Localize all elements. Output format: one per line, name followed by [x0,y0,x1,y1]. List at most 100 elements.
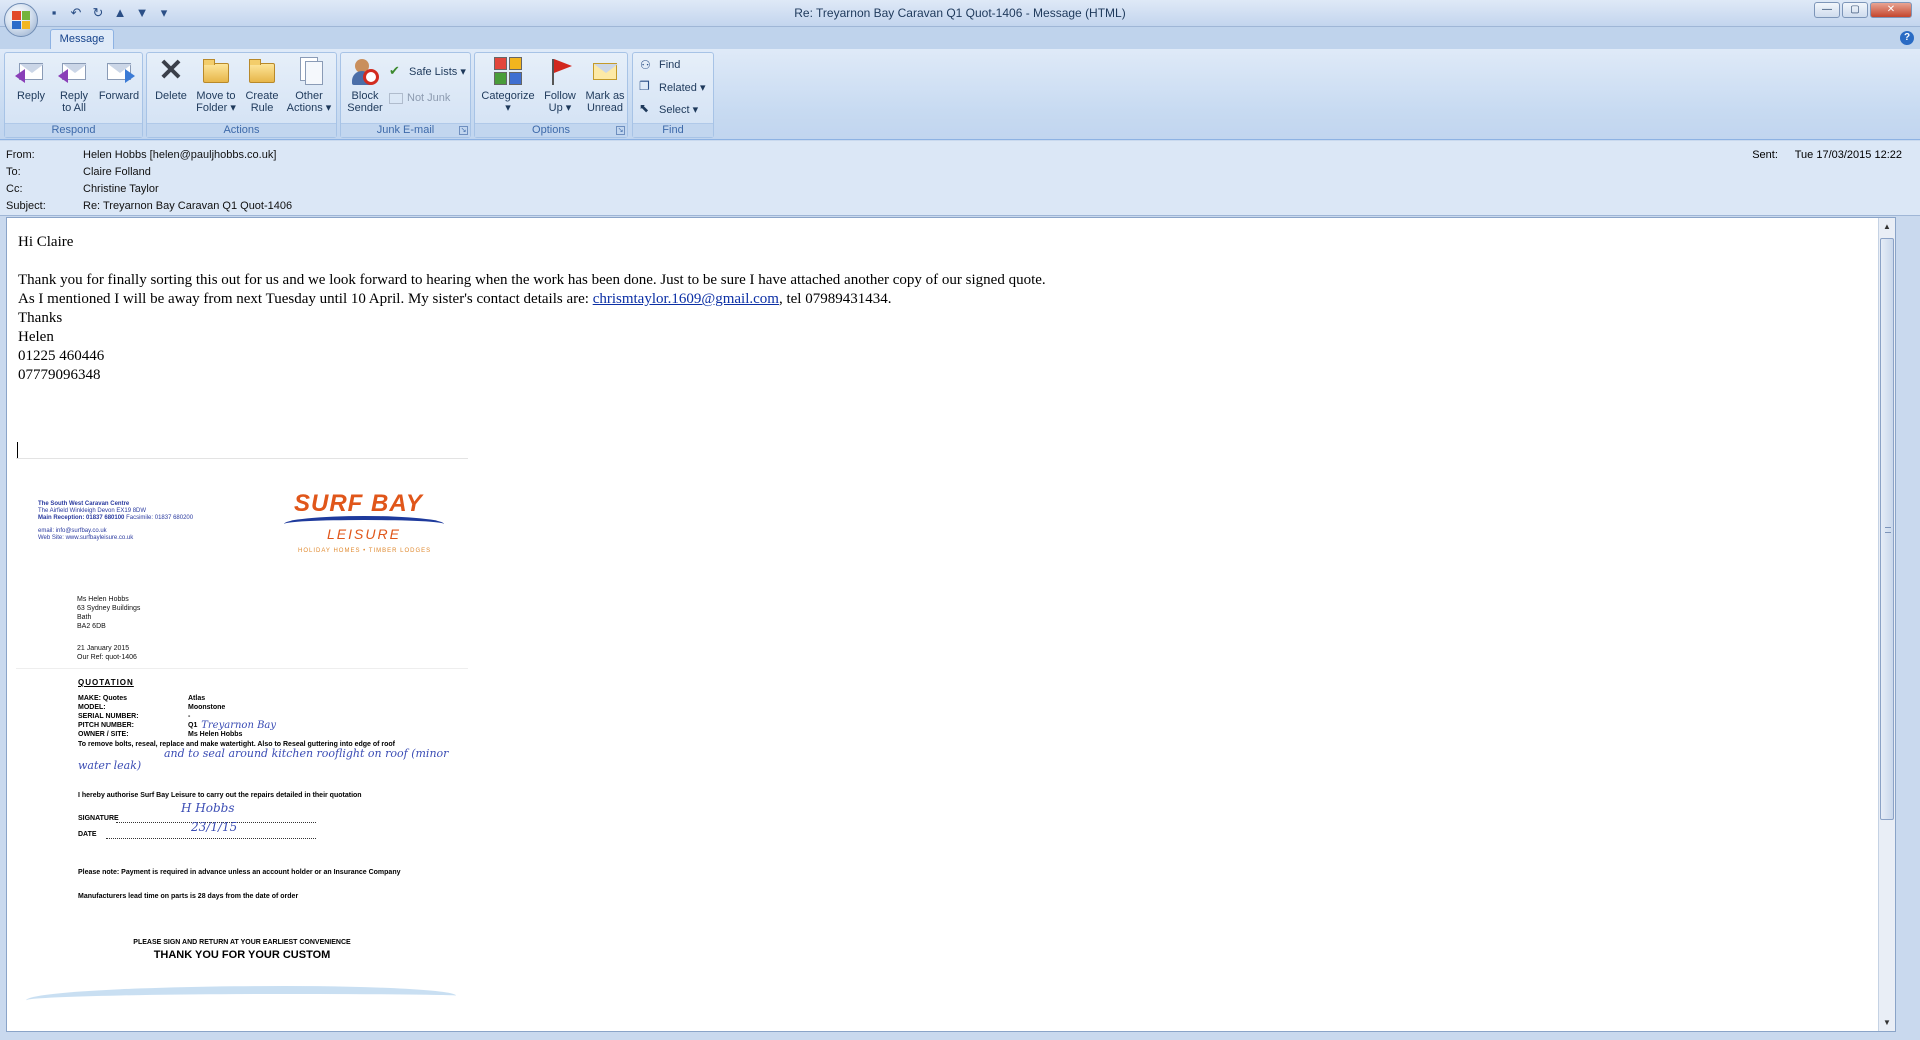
to-label: To: [6,166,21,178]
select-button[interactable]: ⬉ Select ▾ [639,101,698,117]
group-respond: Reply Reply to All Forward Respond [4,52,143,138]
leisure-logo: LEISURE [327,526,401,542]
date-label: DATE [78,831,97,838]
body-line: As I mentioned I will be away from next … [18,291,892,307]
close-icon[interactable]: ✕ [1870,2,1912,18]
quote-fields: MAKE: Quotes Atlas MODEL: Moonstone SERIAL… [78,694,276,739]
forward-button[interactable]: Forward [97,55,141,102]
group-actions: ✕ Delete Move to Folder ▾ Create Rule Ot… [146,52,337,138]
find-button[interactable]: ⚇ Find [639,57,680,73]
greeting: Hi Claire [18,234,74,250]
date-line [106,838,316,839]
subject-label: Subject: [6,200,46,212]
block-sender-icon [349,55,381,87]
categorize-icon [492,55,524,87]
group-label-junk-email: Junk E-mail [341,123,470,137]
scroll-down-icon[interactable]: ▼ [1879,1014,1895,1031]
maximize-icon[interactable]: ▢ [1842,2,1868,18]
title-bar: ▪ ↶ ↻ ▲ ▼ ▾ Re: Treyarnon Bay Caravan Q1… [0,0,1920,37]
attached-quote-image: The South West Caravan Centre The Airfie… [16,458,468,1031]
flag-icon [544,55,576,87]
unread-envelope-icon [589,55,621,87]
categorize-button[interactable]: Categorize ▾ [479,55,537,114]
office-logo-icon [12,11,30,29]
divider [16,458,468,459]
divider [16,668,468,669]
office-button[interactable] [4,3,38,37]
message-body[interactable]: Hi Claire Thank you for finally sorting … [6,217,1896,1032]
cc-label: Cc: [6,183,23,195]
sent-label: Sent: [1752,149,1778,161]
group-options: Categorize ▾ Follow Up ▾ Mark as Unread … [474,52,628,138]
handwritten-signature: H Hobbs [181,801,235,815]
sender-name: Helen [18,329,54,345]
signature-label: SIGNATURE [78,815,119,822]
dialog-launcher-icon[interactable]: ↘ [616,126,625,135]
grip-icon [1885,527,1891,533]
lead-time-note: Manufacturers lead time on parts is 28 d… [78,893,299,900]
not-junk-button[interactable]: Not Junk [389,92,450,104]
create-rule-button[interactable]: Create Rule [241,55,283,114]
window-controls: — ▢ ✕ [1814,2,1912,18]
other-actions-button[interactable]: Other Actions ▾ [285,55,333,114]
reply-button[interactable]: Reply [11,55,51,102]
safe-lists-button[interactable]: ✔ Safe Lists ▾ [389,63,466,79]
handwritten-note: and to seal around kitchen rooflight on … [78,747,449,772]
not-junk-icon [389,92,403,104]
message-header: From: Helen Hobbs [helen@pauljhobbs.co.u… [0,141,1920,216]
document-icon [293,55,325,87]
reply-all-button[interactable]: Reply to All [53,55,95,114]
payment-note: Please note: Payment is required in adva… [78,869,401,876]
phone-number: 07779096348 [18,367,101,383]
from-value[interactable]: Helen Hobbs [helen@pauljhobbs.co.uk] [83,149,276,161]
quote-field: OWNER / SITE: Ms Helen Hobbs [78,731,243,738]
text-caret [17,442,18,459]
folder-icon [200,55,232,87]
cc-value[interactable]: Christine Taylor [83,183,159,195]
delete-icon: ✕ [158,54,184,87]
block-sender-button[interactable]: Block Sender [345,55,385,114]
reply-icon [15,55,47,87]
to-value[interactable]: Claire Folland [83,166,151,178]
vertical-scrollbar[interactable]: ▲ ▼ [1878,218,1895,1031]
please-sign-text: PLEASE SIGN AND RETURN AT YOUR EARLIEST … [133,939,351,946]
quote-field: PITCH NUMBER: Q1 Treyarnon Bay [78,720,277,731]
move-to-folder-button[interactable]: Move to Folder ▾ [193,55,239,114]
mark-as-unread-button[interactable]: Mark as Unread [583,55,627,114]
ribbon-tab-row: Message ? [0,27,1920,50]
quote-field: MODEL: Moonstone [78,704,226,711]
forward-icon [103,55,135,87]
logo-tagline: HOLIDAY HOMES • TIMBER LODGES [298,548,432,554]
group-label-find: Find [633,123,713,137]
group-label-actions: Actions [147,123,336,137]
footer-swoosh-icon [26,986,456,1010]
email-text: Hi Claire Thank you for finally sorting … [18,233,1046,385]
related-icon: ❐ [639,79,650,93]
email-link[interactable]: chrismtaylor.1609@gmail.com [593,291,779,307]
authorisation-text: I hereby authorise Surf Bay Leisure to c… [78,792,362,799]
reply-all-icon [58,55,90,87]
delete-button[interactable]: ✕ Delete [151,54,191,103]
company-details: The South West Caravan Centre The Airfie… [38,501,194,541]
phone-number: 01225 460446 [18,348,105,364]
minimize-icon[interactable]: — [1814,2,1840,18]
subject-value: Re: Treyarnon Bay Caravan Q1 Quot-1406 [83,200,293,212]
dialog-launcher-icon[interactable]: ↘ [459,126,468,135]
quote-title: QUOTATION [78,678,134,687]
sent-value: Tue 17/03/2015 12:22 [1794,149,1902,161]
scrollbar-thumb[interactable] [1880,238,1894,820]
related-button[interactable]: ❐ Related ▾ [639,79,706,95]
surf-bay-logo: SURF BAY [294,490,423,517]
from-label: From: [6,149,35,161]
scroll-up-icon[interactable]: ▲ [1879,218,1895,235]
body-line: Thank you for finally sorting this out f… [18,272,1046,288]
quote-field: MAKE: Quotes Atlas [78,695,206,702]
quote-date-ref: 21 January 2015 Our Ref: quot-1406 [77,645,137,661]
sent-row: Sent: Tue 17/03/2015 12:22 [1752,149,1902,161]
help-icon[interactable]: ? [1900,31,1914,45]
thank-you-text: THANK YOU FOR YOUR CUSTOM [153,949,331,961]
handwritten-date: 23/1/15 [191,820,238,834]
binoculars-icon: ⚇ [640,58,651,72]
follow-up-button[interactable]: Follow Up ▾ [539,55,581,114]
tab-message[interactable]: Message [50,29,114,50]
